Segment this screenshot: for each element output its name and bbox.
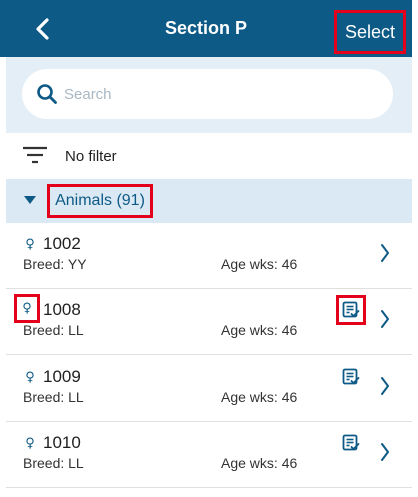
- search-input[interactable]: Search: [22, 69, 393, 119]
- female-icon: ♀: [14, 294, 40, 323]
- animal-breed: Breed: LL: [23, 389, 84, 405]
- record-checked-icon[interactable]: [342, 301, 360, 319]
- filter-icon: [23, 146, 47, 164]
- animal-row[interactable]: ♀ 1002 Breed: YY Age wks: 46: [6, 223, 412, 289]
- chevron-right-icon: [381, 377, 389, 395]
- chevron-right-icon: [381, 443, 389, 461]
- animal-id: 1010: [43, 433, 81, 452]
- caret-down-icon: [24, 196, 36, 204]
- animal-id: 1008: [43, 300, 81, 319]
- animals-group-header[interactable]: Animals (91): [6, 179, 412, 223]
- animal-breed: Breed: LL: [23, 322, 84, 338]
- animal-row[interactable]: ♀ 1008 Breed: LL Age wks: 46: [6, 289, 412, 355]
- group-label: Animals (91): [47, 184, 153, 218]
- frame-edge: [412, 0, 418, 497]
- animal-id: 1002: [43, 234, 81, 253]
- record-checked-icon[interactable]: [342, 434, 360, 452]
- female-icon: ♀: [25, 236, 35, 252]
- animal-age: Age wks: 46: [221, 455, 298, 471]
- nav-header: Section P Select: [0, 0, 412, 57]
- animal-row[interactable]: ♀ 1009 Breed: LL Age wks: 46: [6, 356, 412, 422]
- search-area: Search: [6, 57, 412, 133]
- female-icon: ♀: [25, 435, 35, 451]
- animal-breed: Breed: LL: [23, 455, 84, 471]
- chevron-right-icon: [381, 310, 389, 328]
- animal-row[interactable]: ♀ 1010 Breed: LL Age wks: 46: [6, 422, 412, 488]
- filter-label: No filter: [65, 147, 117, 165]
- search-icon: [37, 84, 57, 104]
- filter-row[interactable]: No filter: [6, 133, 412, 179]
- search-placeholder: Search: [64, 85, 112, 103]
- animal-age: Age wks: 46: [221, 256, 298, 272]
- record-checked-icon[interactable]: [342, 368, 360, 386]
- chevron-right-icon: [381, 244, 389, 262]
- female-icon: ♀: [25, 369, 35, 385]
- animal-breed: Breed: YY: [23, 256, 87, 272]
- animal-age: Age wks: 46: [221, 322, 298, 338]
- animal-id: 1009: [43, 367, 81, 386]
- back-button[interactable]: [28, 12, 58, 46]
- chevron-left-icon: [36, 18, 49, 40]
- animal-age: Age wks: 46: [221, 389, 298, 405]
- select-button[interactable]: Select: [334, 10, 406, 54]
